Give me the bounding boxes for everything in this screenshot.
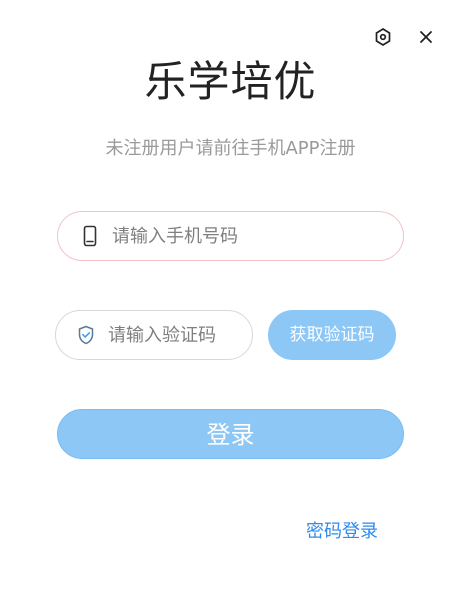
verification-code-field[interactable] [55, 310, 253, 360]
phone-field[interactable] [57, 211, 404, 261]
verification-code-input[interactable] [108, 311, 252, 359]
get-verification-code-button[interactable]: 获取验证码 [268, 310, 396, 360]
login-button[interactable]: 登录 [57, 409, 404, 459]
phone-icon [80, 224, 100, 248]
password-login-link[interactable]: 密码登录 [306, 520, 378, 544]
shield-check-icon [76, 323, 96, 347]
phone-input[interactable] [112, 212, 403, 260]
app-title: 乐学培优 [144, 57, 317, 106]
registration-hint: 未注册用户请前往手机APP注册 [105, 138, 356, 159]
settings-icon[interactable] [371, 25, 395, 49]
close-icon[interactable] [414, 25, 438, 49]
